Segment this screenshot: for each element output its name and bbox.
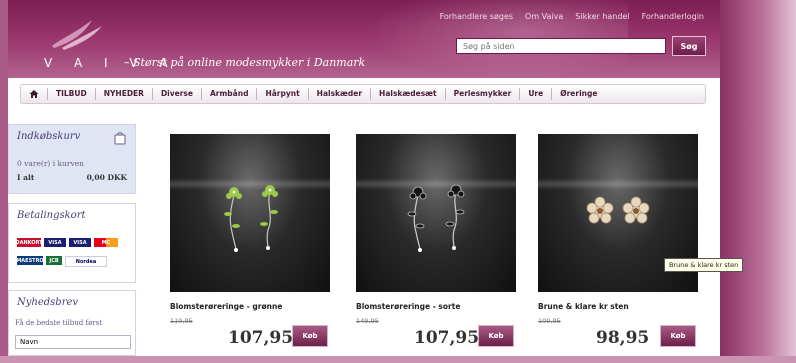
product-old-price: 119,95 [170,317,193,325]
payment-box: Betalingskort DANKORT VISA VISA MC MAEST… [8,203,136,283]
background-right [720,0,796,363]
page: V A I V A – Størst på online modesmykker… [0,0,796,363]
nav-item-armbaand[interactable]: Armbånd [200,88,256,100]
nordea-logo: Nordea [65,256,107,267]
visa-electron-logo: VISA [69,238,91,247]
payment-title: Betalingskort [17,210,86,221]
product-price: 98,95 [596,328,650,348]
newsletter-box: Nyhedsbrev Få de bedste tilbud først [8,290,136,356]
nav-item-ure[interactable]: Ure [519,88,551,100]
product-price: 107,95 [414,328,480,348]
shopping-bag-icon[interactable] [113,131,127,145]
dankort-logo: DANKORT [15,238,43,247]
nav-item-perlesmykker[interactable]: Perlesmykker [444,88,520,100]
buy-button[interactable]: Køb [292,325,328,347]
nav-item-diverse[interactable]: Diverse [151,88,201,100]
search-input[interactable] [456,38,666,54]
product-old-price: 109,95 [538,317,561,325]
cart-box: Indkøbskurv 0 vare(r) i kurven I alt 0,0… [8,124,136,194]
nav-item-halskaedesaet[interactable]: Halskædesæt [370,88,445,100]
top-link-forhandlere[interactable]: Forhandlere søges [440,12,513,21]
nav-item-haarpynt[interactable]: Hårpynt [256,88,307,100]
background-bottom [0,356,796,363]
home-icon[interactable] [21,89,47,99]
product-price: 107,95 [228,328,294,348]
newsletter-text: Få de bedste tilbud først [15,319,103,327]
nav-item-oereringe[interactable]: Øreringe [551,88,605,100]
product-name[interactable]: Brune & klare kr sten [538,302,629,311]
cart-total-value: 0,00 DKK [86,173,127,182]
maestro-logo: MAESTRO [16,256,44,265]
top-link-om-vaiva[interactable]: Om Vaiva [525,12,563,21]
product-image[interactable] [356,134,516,292]
top-links: Forhandlere søges Om Vaiva Sikker handel… [440,12,704,21]
nav-item-halskaeder[interactable]: Halskæder [307,88,370,100]
mastercard-logo: MC [94,238,118,247]
buy-button[interactable]: Køb [660,325,696,347]
site-header: V A I V A – Størst på online modesmykker… [8,0,720,78]
newsletter-title: Nyhedsbrev [17,297,79,308]
jcb-logo: JCB [46,256,62,265]
product-name[interactable]: Blomsterøreringe - grønne [170,302,282,311]
product-old-price: 149,95 [356,317,379,325]
background-left [0,0,8,363]
top-link-sikker-handel[interactable]: Sikker handel [575,12,629,21]
nav-item-tilbud[interactable]: TILBUD [47,88,95,100]
vaiva-logo-icon[interactable] [48,16,108,52]
main-nav: TILBUD NYHEDER Diverse Armbånd Hårpynt H… [20,84,706,104]
cart-total-label: I alt [17,173,35,182]
visa-logo: VISA [44,238,66,247]
buy-button[interactable]: Køb [478,325,514,347]
top-link-forhandlerlogin[interactable]: Forhandlerlogin [642,12,704,21]
search-button[interactable]: Søg [672,36,706,56]
tagline: – Størst på online modesmykker i Danmark [124,56,366,69]
product-grid: Blomsterøreringe - grønne 119,95 107,95 … [144,120,720,356]
product-tooltip: Brune & klare kr sten [664,258,744,272]
cart-count: 0 vare(r) i kurven [17,159,84,168]
nav-item-nyheder[interactable]: NYHEDER [94,88,152,100]
product-image[interactable] [170,134,330,292]
product-name[interactable]: Blomsterøreringe - sorte [356,302,460,311]
cart-title: Indkøbskurv [17,131,81,142]
newsletter-name-input[interactable] [15,335,131,349]
